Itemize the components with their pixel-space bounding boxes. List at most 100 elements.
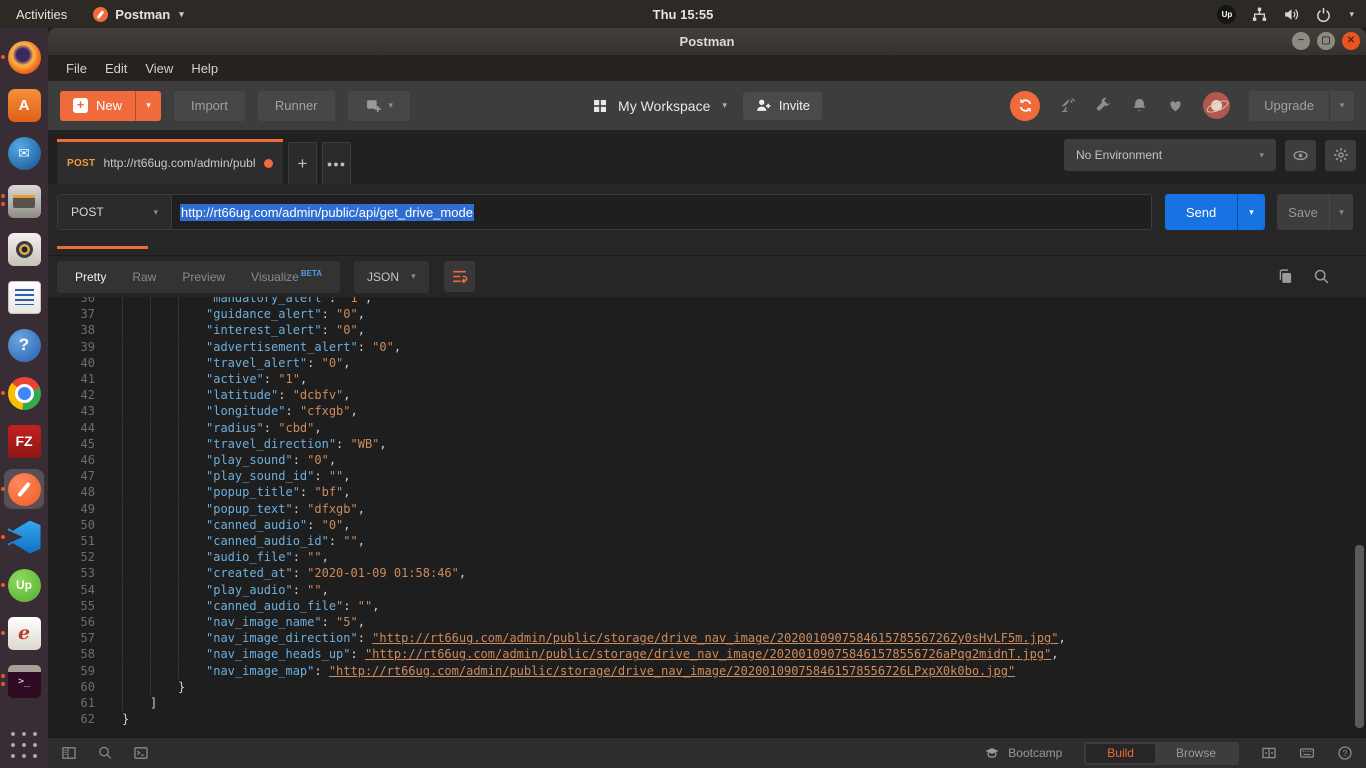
system-tray[interactable]: Up ▾ xyxy=(1217,5,1366,24)
new-button-label: New xyxy=(96,98,122,113)
view-pretty[interactable]: Pretty xyxy=(62,270,119,284)
save-button-label: Save xyxy=(1288,205,1318,220)
dock-item-filezilla[interactable]: FZ xyxy=(4,421,44,461)
status-bar-right: Bootcamp Build Browse ? xyxy=(984,742,1353,765)
import-button[interactable]: Import xyxy=(174,91,245,121)
rhythmbox-icon xyxy=(8,233,41,266)
format-selector[interactable]: JSON ▾ xyxy=(354,261,429,293)
search-icon[interactable] xyxy=(1313,268,1330,285)
satellite-icon[interactable] xyxy=(1059,97,1076,114)
running-indicator-dot xyxy=(1,674,5,678)
bootcamp-button[interactable]: Bootcamp xyxy=(984,745,1062,761)
find-icon[interactable] xyxy=(97,745,113,761)
menu-view[interactable]: View xyxy=(136,61,182,76)
dock-item-firefox[interactable] xyxy=(4,37,44,77)
two-pane-layout-icon[interactable] xyxy=(1261,745,1277,761)
invite-button[interactable]: Invite xyxy=(743,92,822,120)
clock[interactable]: Thu 15:55 xyxy=(653,7,714,22)
status-bar: Bootcamp Build Browse ? xyxy=(48,737,1366,768)
upgrade-button-caret[interactable]: ▾ xyxy=(1329,91,1354,121)
keyboard-shortcuts-icon[interactable] xyxy=(1299,745,1315,761)
dock-item-ubuntu-software[interactable]: A xyxy=(4,85,44,125)
new-button-caret[interactable]: ▾ xyxy=(135,91,161,121)
console-icon[interactable] xyxy=(133,745,149,761)
code-line: 42"latitude": "dcbfv", xyxy=(48,387,1366,403)
dock-item-chrome[interactable] xyxy=(4,373,44,413)
tab-options-button[interactable]: ●●● xyxy=(322,142,351,184)
view-raw[interactable]: Raw xyxy=(119,270,169,284)
dock-item-rhythmbox[interactable] xyxy=(4,229,44,269)
runner-button[interactable]: Runner xyxy=(258,91,335,121)
window-controls: − ▢ ✕ xyxy=(1292,32,1360,50)
open-new-tab-button[interactable]: + xyxy=(288,142,317,184)
toggle-sidebar-icon[interactable] xyxy=(61,745,77,761)
tab-title: http://rt66ug.com/admin/publ... xyxy=(103,156,256,170)
window-title: Postman xyxy=(680,34,735,49)
save-button[interactable]: Save xyxy=(1277,194,1329,230)
view-preview[interactable]: Preview xyxy=(169,270,238,284)
url-input[interactable]: http://rt66ug.com/admin/public/api/get_d… xyxy=(172,195,1151,229)
new-window-button[interactable]: ▾ xyxy=(348,91,411,121)
vertical-scrollbar[interactable] xyxy=(1355,545,1364,728)
menu-edit[interactable]: Edit xyxy=(96,61,136,76)
import-button-label: Import xyxy=(191,98,228,113)
libreoffice-writer-icon xyxy=(8,281,41,314)
environment-selector[interactable]: No Environment ▾ xyxy=(1064,139,1276,171)
dock-item-help[interactable]: ? xyxy=(4,325,44,365)
send-button[interactable]: Send xyxy=(1165,194,1237,230)
code-line: 39"advertisement_alert": "0", xyxy=(48,339,1366,355)
menu-help[interactable]: Help xyxy=(182,61,227,76)
code-line: 60} xyxy=(48,679,1366,695)
workspace-selector[interactable]: My Workspace xyxy=(618,98,710,114)
bell-icon[interactable] xyxy=(1131,97,1148,114)
response-body[interactable]: 36"mandatory_alert": "1",37"guidance_ale… xyxy=(48,297,1366,737)
dock-item-terminal[interactable]: >_ xyxy=(4,661,44,701)
app-menu[interactable]: Postman ▾ xyxy=(83,7,193,22)
url-bar: POST ▾ http://rt66ug.com/admin/public/ap… xyxy=(57,194,1152,230)
method-selector[interactable]: POST ▾ xyxy=(58,195,172,229)
dock-item-vscode[interactable] xyxy=(4,517,44,557)
help-icon: ? xyxy=(8,329,41,362)
dock-item-annotator[interactable]: e xyxy=(4,613,44,653)
dock-item-thunderbird[interactable]: ✉ xyxy=(4,133,44,173)
environment-settings-button[interactable] xyxy=(1325,140,1356,171)
close-button[interactable]: ✕ xyxy=(1342,32,1360,50)
help-icon[interactable]: ? xyxy=(1337,745,1353,761)
send-button-caret[interactable]: ▾ xyxy=(1237,194,1265,230)
bootcamp-label: Bootcamp xyxy=(1008,746,1062,760)
wrench-icon[interactable] xyxy=(1095,97,1112,114)
code-line: 41"active": "1", xyxy=(48,371,1366,387)
user-avatar[interactable] xyxy=(1203,92,1230,119)
plus-icon: + xyxy=(73,98,88,113)
window-titlebar[interactable]: Postman − ▢ ✕ xyxy=(48,28,1366,55)
dock-item-upwork[interactable]: Up xyxy=(4,565,44,605)
postman-mini-icon xyxy=(93,7,108,22)
minimize-button[interactable]: − xyxy=(1292,32,1310,50)
wrap-lines-button[interactable] xyxy=(444,261,475,292)
build-toggle[interactable]: Build xyxy=(1086,744,1155,763)
upgrade-button[interactable]: Upgrade xyxy=(1249,91,1329,121)
dock-item-libreoffice-writer[interactable] xyxy=(4,277,44,317)
activities-button[interactable]: Activities xyxy=(0,0,83,28)
active-subtab-indicator xyxy=(57,246,148,249)
browse-toggle[interactable]: Browse xyxy=(1155,744,1237,763)
request-tab[interactable]: POST http://rt66ug.com/admin/publ... xyxy=(57,139,283,184)
environment-quick-look-button[interactable] xyxy=(1285,140,1316,171)
dock-item-files[interactable] xyxy=(4,181,44,221)
heart-icon[interactable] xyxy=(1167,97,1184,114)
dock-item-postman[interactable] xyxy=(4,469,44,509)
view-visualize[interactable]: VisualizeBETA xyxy=(238,269,335,284)
new-button[interactable]: + New xyxy=(60,91,135,121)
show-applications-button[interactable] xyxy=(8,729,40,761)
main-toolbar: + New ▾ Import Runner ▾ My xyxy=(48,81,1366,130)
copy-icon[interactable] xyxy=(1277,268,1294,285)
invite-person-icon xyxy=(755,97,772,114)
code-line: 36"mandatory_alert": "1", xyxy=(48,297,1366,306)
running-indicator-dot xyxy=(1,194,5,198)
menu-file[interactable]: File xyxy=(57,61,96,76)
sync-button[interactable] xyxy=(1010,91,1040,121)
maximize-button[interactable]: ▢ xyxy=(1317,32,1335,50)
save-button-caret[interactable]: ▾ xyxy=(1329,194,1353,230)
screen: Activities Postman ▾ Thu 15:55 Up ▾ A ✉? F… xyxy=(0,0,1366,768)
files-icon xyxy=(8,185,41,218)
